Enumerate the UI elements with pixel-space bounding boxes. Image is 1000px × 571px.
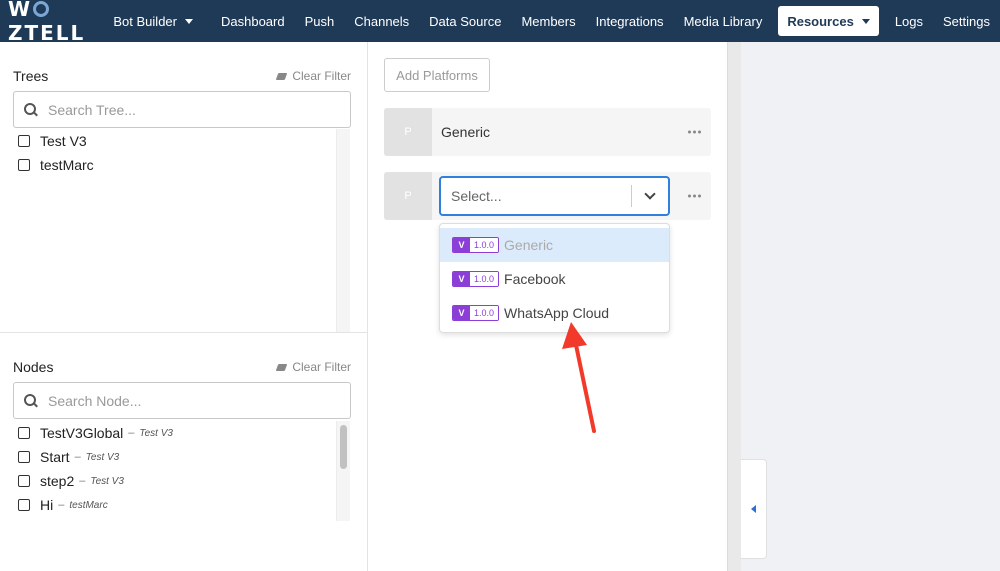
- nav-logs[interactable]: Logs: [885, 0, 933, 42]
- search-icon: [24, 102, 38, 117]
- eraser-icon: [276, 363, 288, 371]
- option-whatsapp-cloud[interactable]: V 1.0.0 WhatsApp Cloud: [440, 296, 669, 330]
- version-badge-letter: V: [453, 272, 470, 286]
- chevron-down-icon[interactable]: [632, 188, 668, 200]
- tree-item[interactable]: Test V3: [18, 129, 336, 153]
- node-item[interactable]: step2– Test V3: [18, 469, 336, 493]
- nav-settings[interactable]: Settings: [933, 0, 1000, 42]
- tree-search-box[interactable]: [13, 91, 351, 128]
- nav-bot-builder[interactable]: Bot Builder: [103, 0, 203, 42]
- node-name: TestV3Global: [40, 425, 124, 441]
- nav-members[interactable]: Members: [511, 0, 585, 42]
- separator: –: [58, 499, 65, 511]
- select-placeholder: Select...: [451, 188, 502, 204]
- node-name: Start: [40, 449, 70, 465]
- checkbox[interactable]: [18, 451, 30, 463]
- caret-left-icon: [751, 505, 756, 513]
- trees-title: Trees: [13, 68, 49, 84]
- platform-badge: P: [384, 108, 432, 156]
- checkbox[interactable]: [18, 499, 30, 511]
- separator: –: [128, 427, 135, 439]
- separator: –: [79, 475, 86, 487]
- platform-badge: P: [384, 172, 432, 220]
- tree-list: Test V3 testMarc: [18, 129, 336, 177]
- nav-data-source[interactable]: Data Source: [419, 0, 511, 42]
- nav-dashboard[interactable]: Dashboard: [211, 0, 295, 42]
- nodes-header: Nodes Clear Filter: [13, 359, 351, 375]
- eraser-icon: [276, 72, 288, 80]
- preview-area: [741, 42, 1000, 571]
- more-options-icon[interactable]: [688, 194, 701, 198]
- node-item[interactable]: Start – Test V3: [18, 445, 336, 469]
- panel-divider[interactable]: [727, 42, 741, 571]
- nodes-title: Nodes: [13, 359, 54, 375]
- option-label: Generic: [504, 237, 554, 253]
- option-generic[interactable]: V 1.0.0 Generic: [440, 228, 669, 262]
- node-search-box[interactable]: [13, 382, 351, 419]
- checkbox[interactable]: [18, 135, 30, 147]
- search-icon: [24, 393, 38, 408]
- platform-card-new: P Select...: [384, 172, 711, 220]
- left-panel: Trees Clear Filter Test V3 testMarc Node…: [0, 42, 368, 571]
- tree-item[interactable]: testMarc: [18, 153, 336, 177]
- node-tree-tag: Test V3: [85, 451, 120, 463]
- version-number: 1.0.0: [470, 272, 499, 286]
- option-facebook[interactable]: V 1.0.0 Facebook: [440, 262, 669, 296]
- tree-name: testMarc: [40, 157, 94, 173]
- add-platforms-button[interactable]: Add Platforms: [384, 58, 490, 92]
- node-name: step2: [40, 473, 75, 489]
- collapse-panel-toggle[interactable]: [741, 459, 767, 559]
- caret-down-icon: [861, 18, 870, 24]
- nav-integrations[interactable]: Integrations: [586, 0, 674, 42]
- option-label: WhatsApp Cloud: [504, 305, 610, 321]
- node-list: TestV3Global – Test V3 Start – Test V3 step2…: [18, 421, 336, 517]
- node-scrollbar[interactable]: [336, 421, 350, 521]
- top-nav: WZTELL Bot Builder Dashboard Push Channe…: [0, 0, 1000, 45]
- trees-section: Trees Clear Filter Test V3 testMarc: [0, 42, 367, 333]
- checkbox[interactable]: [18, 475, 30, 487]
- node-tree-tag: testMarc: [69, 499, 108, 511]
- option-label: Facebook: [504, 271, 566, 287]
- tree-search-input[interactable]: [48, 101, 328, 118]
- platform-name: Generic: [441, 124, 491, 140]
- version-number: 1.0.0: [470, 306, 499, 320]
- trees-header: Trees Clear Filter: [13, 68, 351, 84]
- node-name: Hi: [40, 497, 54, 513]
- trees-clear-filter[interactable]: Clear Filter: [276, 69, 351, 83]
- node-item[interactable]: Hi – testMarc: [18, 493, 336, 517]
- version-badge: V 1.0.0: [452, 305, 500, 321]
- separator: –: [74, 451, 81, 463]
- node-item[interactable]: TestV3Global – Test V3: [18, 421, 336, 445]
- platform-card[interactable]: P Generic: [384, 108, 711, 156]
- caret-down-icon: [184, 18, 193, 24]
- nav-label: Bot Builder: [113, 13, 177, 29]
- node-tree-tag: Test V3: [90, 475, 124, 487]
- clear-filter-label: Clear Filter: [292, 360, 351, 374]
- nav-media-library[interactable]: Media Library: [674, 0, 773, 42]
- platform-dropdown-menu: V 1.0.0 Generic V 1.0.0 Facebook V 1.0.0 Wh…: [439, 223, 670, 333]
- nodes-clear-filter[interactable]: Clear Filter: [276, 360, 351, 374]
- woztell-logo[interactable]: WZTELL: [8, 0, 103, 45]
- platform-select[interactable]: Select...: [439, 176, 670, 216]
- version-badge-letter: V: [453, 238, 470, 252]
- tree-name: Test V3: [40, 133, 87, 149]
- checkbox[interactable]: [18, 427, 30, 439]
- nav-channels[interactable]: Channels: [344, 0, 419, 42]
- version-badge: V 1.0.0: [452, 237, 500, 253]
- scrollbar-thumb[interactable]: [340, 425, 347, 469]
- version-number: 1.0.0: [470, 238, 499, 252]
- tree-scrollbar[interactable]: [336, 129, 350, 332]
- more-options-icon[interactable]: [688, 130, 701, 134]
- nav-push[interactable]: Push: [295, 0, 345, 42]
- node-tree-tag: Test V3: [139, 427, 173, 439]
- nav-label: Resources: [787, 13, 854, 29]
- nav-resources[interactable]: Resources: [778, 6, 879, 36]
- node-search-input[interactable]: [48, 392, 328, 409]
- clear-filter-label: Clear Filter: [292, 69, 351, 83]
- version-badge-letter: V: [453, 306, 470, 320]
- version-badge: V 1.0.0: [452, 271, 500, 287]
- checkbox[interactable]: [18, 159, 30, 171]
- nodes-section: Nodes Clear Filter TestV3Global–Test V3 …: [0, 334, 367, 571]
